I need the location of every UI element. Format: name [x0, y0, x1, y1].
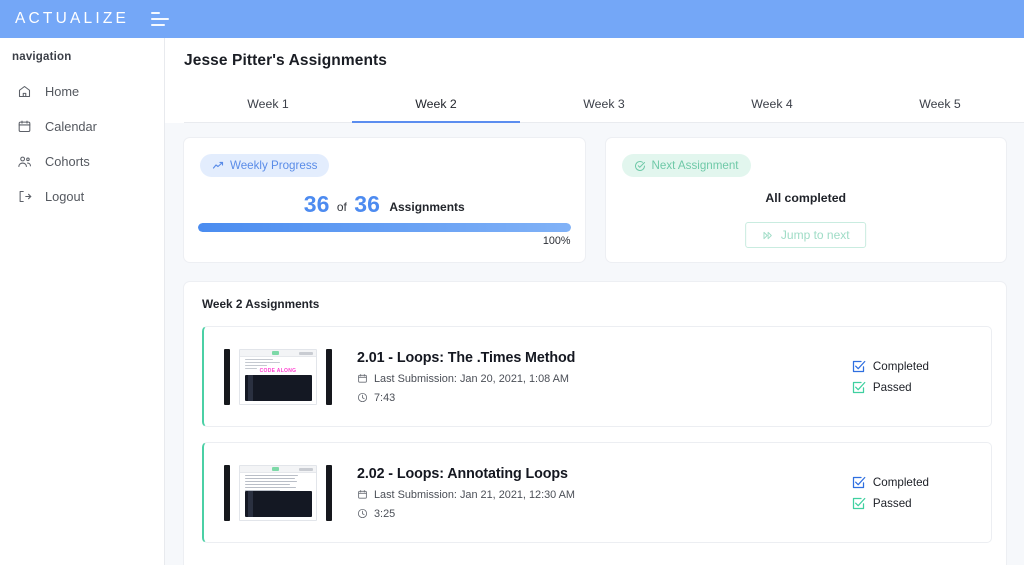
sidebar-item-logout[interactable]: Logout	[0, 179, 164, 214]
assignment-submission-text: Last Submission: Jan 20, 2021, 1:08 AM	[374, 372, 569, 385]
thumbnail-terminal	[245, 374, 312, 401]
page-title: Jesse Pitter's Assignments	[184, 52, 387, 69]
week-tabs: Week 1 Week 2 Week 3 Week 4 Week 5	[184, 88, 1024, 123]
users-icon	[17, 154, 32, 169]
assignment-thumbnail	[239, 464, 317, 521]
sidebar-item-label: Cohorts	[45, 154, 90, 169]
sidebar-item-calendar[interactable]: Calendar	[0, 109, 164, 144]
thumbnail-browser-chrome	[240, 465, 316, 473]
thumbnail-left-bar	[224, 464, 230, 521]
menu-line-2	[151, 17, 170, 21]
thumbnail-terminal	[245, 490, 312, 517]
calendar-icon	[357, 489, 368, 500]
assignment-info: 2.02 - Loops: Annotating Loops Last Subm…	[357, 466, 851, 520]
status-badge-passed: Passed	[851, 380, 929, 395]
next-assignment-card: Next Assignment All completed Jump to ne…	[604, 137, 1007, 263]
status-label: Passed	[872, 380, 912, 394]
progress-unit-label: Assignments	[389, 200, 465, 214]
assignments-panel: Week 2 Assignments CODE ALONG 2.01 - Loo…	[183, 281, 1007, 565]
sidebar-nav-list: Home Calendar Cohorts Logout	[0, 74, 164, 214]
thumbnail-right-bar	[326, 464, 332, 521]
checkbox-checked-icon	[851, 475, 866, 490]
progress-percent-label: 100%	[542, 235, 571, 247]
sidebar: navigation Home Calendar Cohorts Logout	[0, 38, 165, 565]
calendar-icon	[17, 119, 32, 134]
progress-bar-fill	[198, 223, 571, 232]
assignment-submission-meta: Last Submission: Jan 21, 2021, 12:30 AM	[357, 489, 851, 501]
assignment-title: 2.01 - Loops: The .Times Method	[357, 349, 576, 366]
assignment-duration-meta: 3:25	[357, 508, 851, 520]
weekly-progress-badge-label: Weekly Progress	[230, 159, 318, 172]
calendar-icon	[357, 373, 368, 384]
assignment-submission-text: Last Submission: Jan 21, 2021, 12:30 AM	[374, 488, 575, 501]
checkbox-checked-icon	[851, 380, 866, 395]
thumbnail-right-bar	[326, 348, 332, 405]
tab-week-1[interactable]: Week 1	[184, 88, 352, 123]
fast-forward-icon	[762, 230, 773, 241]
assignment-thumbnail-group: CODE ALONG	[224, 348, 332, 405]
assignment-submission-meta: Last Submission: Jan 20, 2021, 1:08 AM	[357, 373, 851, 385]
sidebar-item-label: Calendar	[45, 119, 97, 134]
tab-week-4[interactable]: Week 4	[688, 88, 856, 123]
menu-line-1	[151, 12, 161, 15]
table-row[interactable]: 2.02 - Loops: Annotating Loops Last Subm…	[202, 442, 992, 543]
progress-total-value: 36	[354, 191, 380, 217]
menu-line-3	[151, 23, 166, 26]
trending-up-icon	[212, 160, 224, 172]
thumbnail-left-bar	[224, 348, 230, 405]
home-icon	[17, 84, 32, 99]
sidebar-item-home[interactable]: Home	[0, 74, 164, 109]
app-brand-logo: ACTUALIZE	[15, 10, 130, 27]
status-label: Completed	[872, 475, 929, 489]
tab-week-3[interactable]: Week 3	[520, 88, 688, 123]
app-header: ACTUALIZE	[0, 0, 1024, 38]
assignment-duration-text: 3:25	[374, 507, 396, 520]
main-content: Jesse Pitter's Assignments Week 1 Week 2…	[165, 38, 1024, 565]
check-circle-icon	[634, 160, 646, 172]
status-label: Completed	[872, 359, 929, 373]
logout-icon	[17, 189, 32, 204]
weekly-progress-card: Weekly Progress 36 of 36 Assignments 100…	[183, 137, 586, 263]
assignment-thumbnail-group	[224, 464, 332, 521]
next-assignment-badge: Next Assignment	[621, 154, 751, 177]
checkbox-checked-icon	[851, 496, 866, 511]
table-row[interactable]: CODE ALONG 2.01 - Loops: The .Times Meth…	[202, 326, 992, 427]
progress-completed-value: 36	[303, 191, 330, 217]
clock-icon	[357, 508, 368, 519]
jump-to-next-button[interactable]: Jump to next	[744, 222, 867, 248]
thumbnail-browser-chrome	[240, 349, 316, 357]
assignment-status-group: Completed Passed	[851, 475, 929, 511]
assignment-duration-meta: 7:43	[357, 392, 851, 404]
sidebar-item-cohorts[interactable]: Cohorts	[0, 144, 164, 179]
assignment-title: 2.02 - Loops: Annotating Loops	[357, 465, 568, 482]
assignment-info: 2.01 - Loops: The .Times Method Last Sub…	[357, 350, 851, 404]
assignments-panel-title: Week 2 Assignments	[202, 297, 320, 311]
status-badge-completed: Completed	[851, 359, 929, 374]
next-assignment-status: All completed	[765, 191, 847, 205]
thumbnail-overlay-label: CODE ALONG	[259, 367, 297, 374]
progress-of-label: of	[336, 200, 347, 214]
progress-bar-track	[198, 223, 571, 232]
assignment-thumbnail: CODE ALONG	[239, 348, 317, 405]
tab-week-5[interactable]: Week 5	[856, 88, 1024, 123]
checkbox-checked-icon	[851, 359, 866, 374]
weekly-progress-badge: Weekly Progress	[200, 154, 330, 177]
page-header: Jesse Pitter's Assignments Week 1 Week 2…	[165, 38, 1024, 123]
clock-icon	[357, 392, 368, 403]
sidebar-heading: navigation	[12, 51, 72, 63]
status-badge-completed: Completed	[851, 475, 929, 490]
menu-lines-icon[interactable]	[151, 12, 170, 26]
sidebar-item-label: Home	[45, 84, 80, 99]
next-assignment-badge-label: Next Assignment	[651, 159, 739, 172]
progress-count: 36 of 36 Assignments	[184, 191, 585, 218]
status-label: Passed	[872, 496, 912, 510]
tab-week-2[interactable]: Week 2	[352, 88, 520, 123]
assignment-status-group: Completed Passed	[851, 359, 929, 395]
sidebar-item-label: Logout	[45, 189, 85, 204]
jump-to-next-label: Jump to next	[780, 228, 850, 242]
status-badge-passed: Passed	[851, 496, 929, 511]
assignment-duration-text: 7:43	[374, 391, 396, 404]
summary-cards-row: Weekly Progress 36 of 36 Assignments 100…	[165, 123, 1024, 263]
